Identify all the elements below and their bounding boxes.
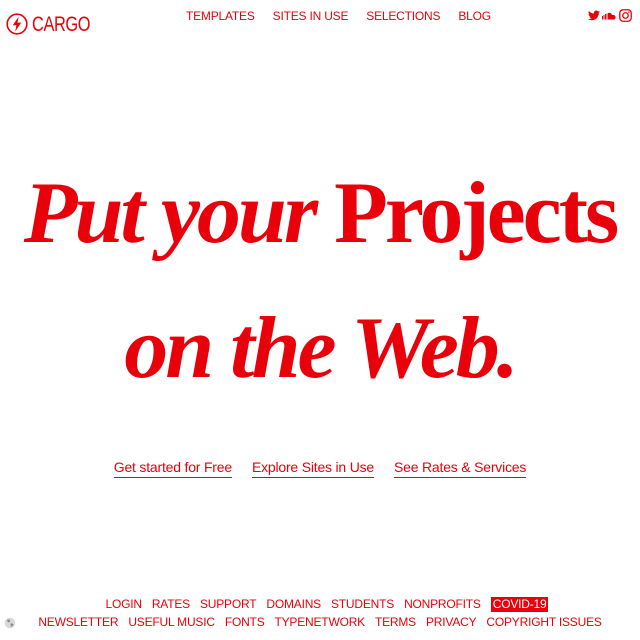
hero-line-2-italic: on the Web. bbox=[124, 300, 519, 397]
footer-domains[interactable]: DOMAINS bbox=[266, 597, 321, 612]
nav-templates[interactable]: TEMPLATES bbox=[186, 8, 255, 24]
footer-row-1: LOGIN RATES SUPPORT DOMAINS STUDENTS NON… bbox=[0, 597, 640, 612]
hero-headline-line-1: Put your Projects bbox=[0, 170, 640, 258]
soundcloud-icon[interactable] bbox=[602, 12, 617, 20]
hero-headline-line-2: on the Web. bbox=[0, 305, 640, 393]
footer-support[interactable]: SUPPORT bbox=[200, 597, 257, 612]
twitter-icon[interactable] bbox=[588, 10, 600, 21]
nav-selections[interactable]: SELECTIONS bbox=[366, 8, 440, 24]
footer-terms[interactable]: TERMS bbox=[375, 615, 416, 630]
get-started-link[interactable]: Get started for Free bbox=[113, 459, 232, 478]
see-rates-link[interactable]: See Rates & Services bbox=[394, 459, 526, 478]
footer-rates[interactable]: RATES bbox=[152, 597, 190, 612]
footer-nonprofits[interactable]: NONPROFITS bbox=[404, 597, 481, 612]
nav-blog[interactable]: BLOG bbox=[458, 8, 491, 24]
footer-fonts[interactable]: FONTS bbox=[225, 615, 265, 630]
footer-privacy[interactable]: PRIVACY bbox=[426, 615, 477, 630]
footer-covid-19[interactable]: COVID-19 bbox=[490, 597, 549, 612]
footer-useful-music[interactable]: USEFUL MUSIC bbox=[128, 615, 215, 630]
footer-students[interactable]: STUDENTS bbox=[331, 597, 394, 612]
globe-icon[interactable] bbox=[4, 617, 16, 629]
footer-typenetwork[interactable]: TYPENETWORK bbox=[275, 615, 366, 630]
footer-row-2: NEWSLETTER USEFUL MUSIC FONTS TYPENETWOR… bbox=[0, 615, 640, 630]
footer-newsletter[interactable]: NEWSLETTER bbox=[38, 615, 118, 630]
lightning-bolt-icon bbox=[6, 13, 28, 35]
cargo-logo-link[interactable]: CARGO bbox=[6, 8, 107, 40]
instagram-icon[interactable] bbox=[619, 9, 632, 22]
cta-links: Get started for Free Explore Sites in Us… bbox=[0, 459, 640, 478]
top-nav: TEMPLATES SITES IN USE SELECTIONS BLOG bbox=[186, 8, 491, 24]
hero-line-1-roman: Projects bbox=[334, 165, 619, 262]
footer-copyright-issues[interactable]: COPYRIGHT ISSUES bbox=[486, 615, 601, 630]
nav-sites-in-use[interactable]: SITES IN USE bbox=[273, 8, 349, 24]
hero-line-1-italic: Put your bbox=[23, 165, 335, 262]
brand-name: CARGO bbox=[32, 12, 91, 36]
footer-login[interactable]: LOGIN bbox=[106, 597, 143, 612]
social-links bbox=[588, 9, 632, 22]
explore-sites-link[interactable]: Explore Sites in Use bbox=[251, 459, 374, 478]
